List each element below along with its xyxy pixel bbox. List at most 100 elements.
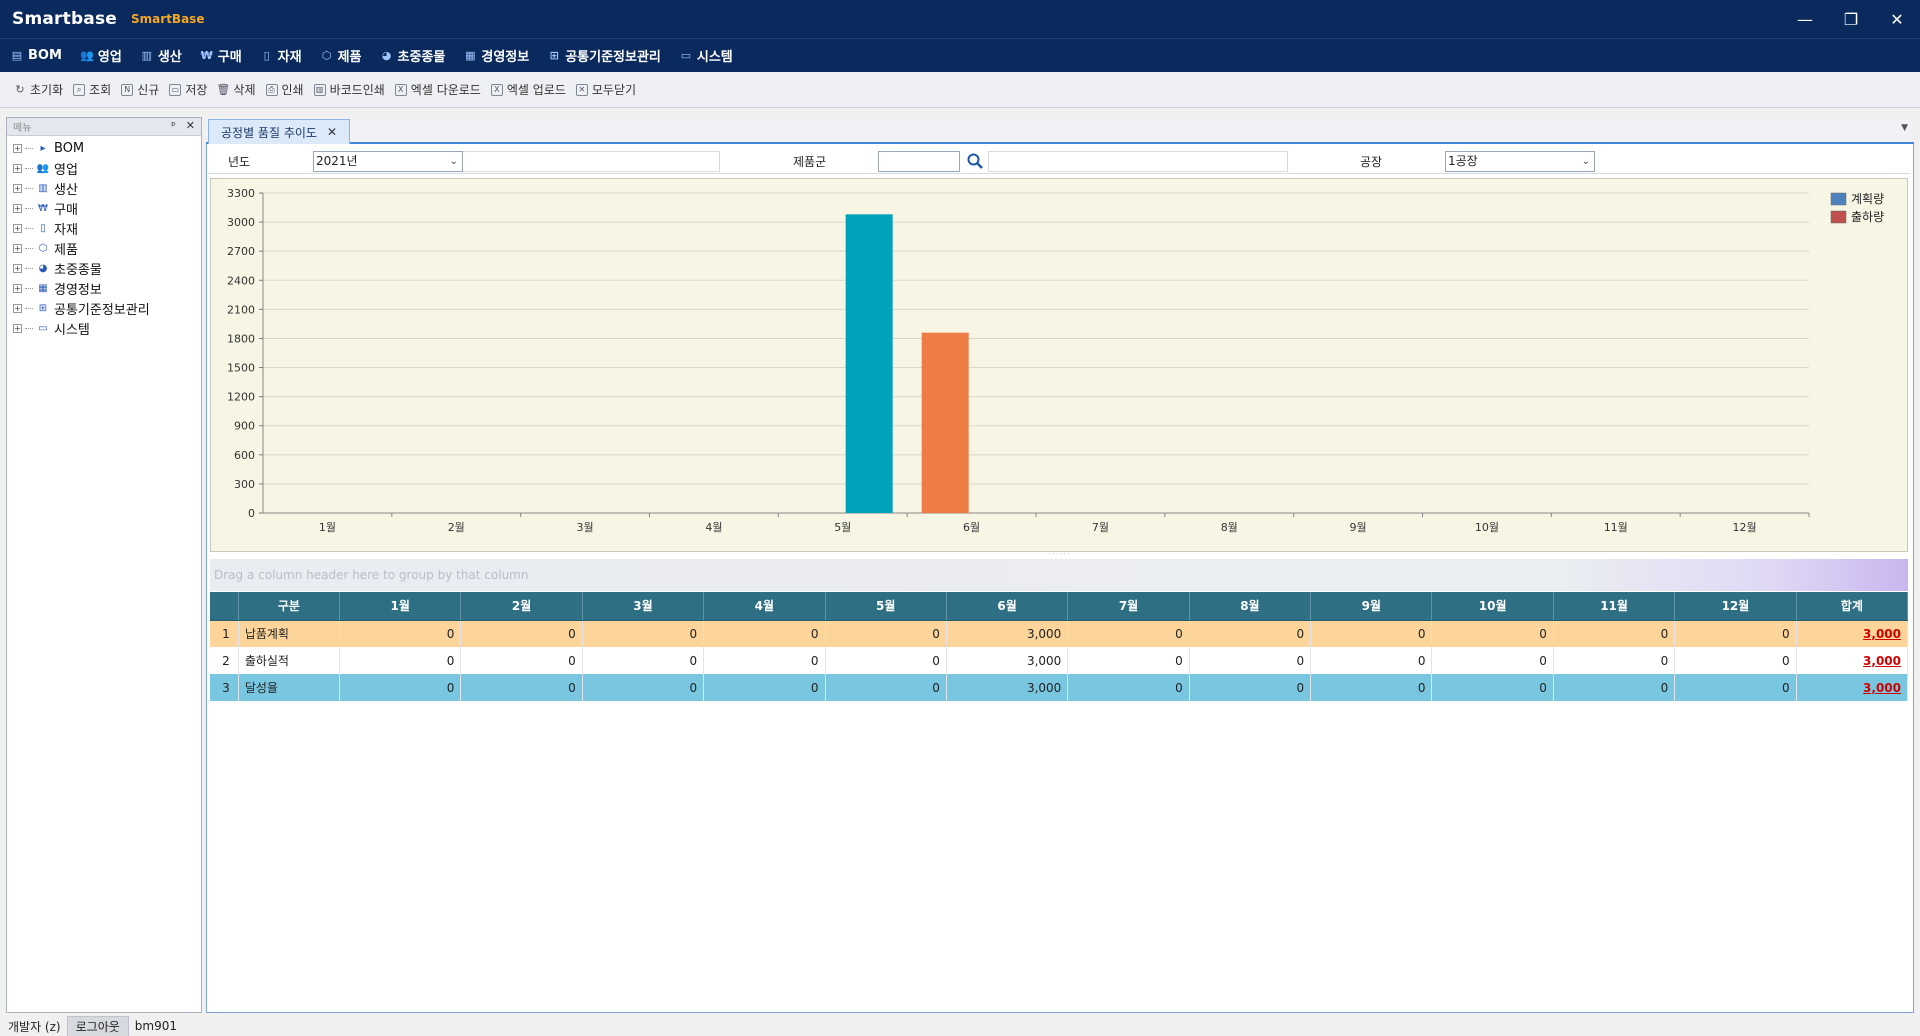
table-cell[interactable]: 0 [460, 674, 583, 701]
grid-header-cell[interactable]: 1월 [339, 592, 462, 621]
table-cell[interactable]: 0 [1310, 647, 1433, 674]
table-cell[interactable]: 0 [1553, 647, 1676, 674]
tree-item-bom[interactable]: + ▸ BOM [7, 138, 201, 158]
table-cell[interactable]: 0 [1310, 674, 1433, 701]
table-cell[interactable]: 0 [339, 674, 462, 701]
barcode-print-button[interactable]: ▥ 바코드인쇄 [313, 81, 385, 98]
grid-header-cell[interactable]: 5월 [825, 592, 947, 621]
tab-process-quality-trend[interactable]: 공정별 품질 추이도 ✕ [208, 119, 350, 144]
row-category[interactable]: 납품계획 [238, 620, 340, 647]
expand-icon[interactable]: + [13, 323, 22, 333]
grid-header-cell[interactable]: 10월 [1431, 592, 1554, 621]
grid-header-cell[interactable]: 2월 [460, 592, 583, 621]
grid-header-cell[interactable]: 7월 [1067, 592, 1190, 621]
table-cell[interactable]: 0 [703, 674, 826, 701]
grid-header-cell[interactable]: 11월 [1553, 592, 1676, 621]
table-cell[interactable]: 0 [1067, 674, 1190, 701]
grid-header-cell[interactable]: 12월 [1674, 592, 1797, 621]
table-cell[interactable]: 0 [703, 647, 826, 674]
menu-product[interactable]: ⬡ 제품 [320, 46, 362, 65]
table-cell[interactable]: 0 [1189, 620, 1312, 647]
tree-item-system[interactable]: + ▭ 시스템 [7, 318, 201, 338]
table-cell[interactable]: 0 [1067, 647, 1190, 674]
table-cell[interactable]: 0 [703, 620, 826, 647]
table-cell[interactable]: 0 [460, 620, 583, 647]
table-cell[interactable]: 0 [1553, 674, 1676, 701]
table-cell[interactable]: 0 [1674, 647, 1797, 674]
year-select[interactable]: 2021년 ⌄ [313, 151, 463, 172]
tree-item-purchase[interactable]: + ₩ 구매 [7, 198, 201, 218]
table-cell[interactable]: 0 [339, 647, 462, 674]
print-button[interactable]: ⎙ 인쇄 [265, 81, 304, 98]
logout-button[interactable]: 로그아웃 [66, 1015, 129, 1036]
table-cell[interactable]: 0 [582, 674, 705, 701]
table-cell[interactable]: 0 [1674, 674, 1797, 701]
delete-button[interactable]: 🗑 삭제 [216, 81, 255, 98]
grid-header-index[interactable] [210, 592, 239, 621]
tree-item-sales[interactable]: + 👥 영업 [7, 158, 201, 178]
search-button[interactable]: ⌕ 조회 [73, 81, 111, 98]
menu-inspection[interactable]: ◕ 초중종물 [380, 46, 446, 65]
grid-header-cell[interactable]: 구분 [238, 592, 340, 621]
expand-icon[interactable]: + [13, 223, 22, 233]
table-cell[interactable]: 0 [339, 620, 462, 647]
table-row[interactable]: 2 출하실적 0 0 0 0 0 3,000 0 0 0 0 0 0 3,000 [210, 647, 1909, 674]
grid-header-cell[interactable]: 4월 [703, 592, 826, 621]
menu-purchase[interactable]: ₩ 구매 [200, 46, 242, 65]
menu-system[interactable]: ▭ 시스템 [679, 46, 733, 65]
table-row[interactable]: 3 달성율 0 0 0 0 0 3,000 0 0 0 0 0 0 3,000 [210, 674, 1909, 701]
table-cell[interactable]: 0 [825, 620, 947, 647]
group-by-panel[interactable]: Drag a column header here to group by th… [210, 559, 1908, 591]
table-cell[interactable]: 0 [460, 647, 583, 674]
reset-button[interactable]: ↻ 초기화 [14, 81, 63, 98]
menu-sales[interactable]: 👥 영업 [80, 46, 122, 65]
excel-upload-button[interactable]: X 엑셀 업로드 [490, 81, 566, 98]
expand-icon[interactable]: + [13, 263, 22, 273]
grid-header-cell[interactable]: 8월 [1189, 592, 1312, 621]
tab-menu-icon[interactable]: ▼ [1901, 123, 1908, 133]
expand-icon[interactable]: + [13, 303, 22, 313]
grid-header-cell[interactable]: 6월 [946, 592, 1069, 621]
tree-item-product[interactable]: + ⬡ 제품 [7, 238, 201, 258]
tree-item-material[interactable]: + ▯ 자재 [7, 218, 201, 238]
grid-header-cell[interactable]: 3월 [582, 592, 705, 621]
table-cell[interactable]: 3,000 [946, 674, 1069, 701]
table-cell[interactable]: 0 [1674, 620, 1797, 647]
menu-material[interactable]: ▯ 자재 [260, 46, 302, 65]
expand-icon[interactable]: + [13, 183, 22, 193]
row-category[interactable]: 달성율 [238, 674, 340, 701]
table-cell[interactable]: 0 [1431, 647, 1554, 674]
panel-close-icon[interactable]: ✕ [186, 119, 195, 132]
grid-header-cell[interactable]: 9월 [1310, 592, 1433, 621]
table-cell[interactable]: 0 [1310, 620, 1433, 647]
splitter-handle[interactable]: · · · · · · [208, 552, 1910, 558]
row-total-link[interactable]: 3,000 [1796, 674, 1909, 701]
table-cell[interactable]: 0 [825, 674, 947, 701]
product-group-input[interactable] [878, 151, 960, 172]
table-cell[interactable]: 0 [582, 620, 705, 647]
row-category[interactable]: 출하실적 [238, 647, 340, 674]
tree-item-management[interactable]: + ▦ 경영정보 [7, 278, 201, 298]
expand-icon[interactable]: + [13, 243, 22, 253]
close-button[interactable]: ✕ [1874, 0, 1920, 38]
tab-close-icon[interactable]: ✕ [327, 125, 337, 139]
table-cell[interactable]: 0 [1431, 620, 1554, 647]
table-cell[interactable]: 0 [1553, 620, 1676, 647]
tree-item-common-data[interactable]: + ⊞ 공통기준정보관리 [7, 298, 201, 318]
excel-download-button[interactable]: X 엑셀 다운로드 [394, 81, 481, 98]
expand-icon[interactable]: + [13, 143, 22, 153]
table-cell[interactable]: 3,000 [946, 620, 1069, 647]
expand-icon[interactable]: + [13, 163, 22, 173]
close-all-button[interactable]: ✕ 모두닫기 [575, 81, 636, 98]
tree-item-production[interactable]: + ▥ 생산 [7, 178, 201, 198]
row-total-link[interactable]: 3,000 [1796, 647, 1909, 674]
table-row[interactable]: 1 납품계획 0 0 0 0 0 3,000 0 0 0 0 0 0 3,000 [210, 620, 1909, 647]
menu-bom[interactable]: ▤ BOM [10, 48, 62, 63]
expand-icon[interactable]: + [13, 283, 22, 293]
table-cell[interactable]: 0 [1431, 674, 1554, 701]
table-cell[interactable]: 0 [825, 647, 947, 674]
factory-select[interactable]: 1공장 ⌄ [1445, 151, 1595, 172]
table-cell[interactable]: 0 [1067, 620, 1190, 647]
table-cell[interactable]: 0 [1189, 647, 1312, 674]
table-cell[interactable]: 3,000 [946, 647, 1069, 674]
